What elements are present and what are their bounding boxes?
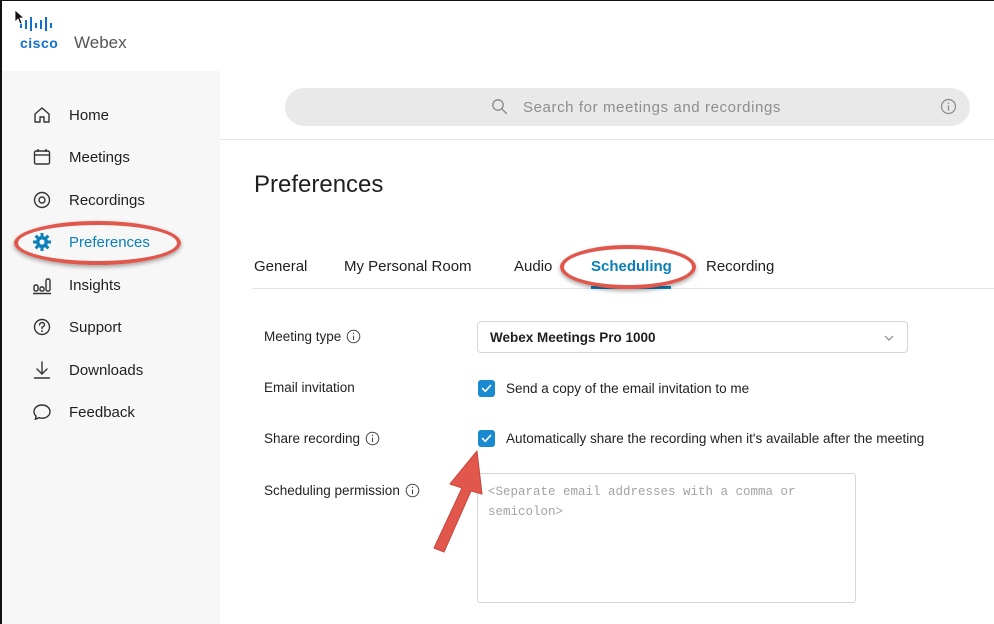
meeting-type-label: Meeting type (264, 329, 361, 344)
webex-wordmark: Webex (74, 33, 127, 52)
scheduling-permission-label-text: Scheduling permission (264, 483, 400, 498)
cisco-bars-icon (20, 17, 52, 31)
info-icon[interactable] (405, 483, 420, 498)
meeting-type-value: Webex Meetings Pro 1000 (490, 330, 656, 345)
mouse-cursor-icon (14, 9, 26, 25)
tab-my-personal-room[interactable]: My Personal Room (344, 258, 472, 275)
sidebar-item-label: Feedback (69, 403, 135, 421)
meeting-type-label-text: Meeting type (264, 329, 342, 344)
cisco-wordmark: cisco (20, 35, 59, 51)
info-icon[interactable] (365, 431, 380, 446)
share-recording-checkbox-label[interactable]: Automatically share the recording when i… (506, 431, 924, 446)
checkmark-icon (481, 434, 492, 443)
share-recording-checkbox[interactable] (478, 430, 495, 447)
email-invitation-checkbox[interactable] (478, 380, 495, 397)
sidebar-item-feedback[interactable]: Feedback (32, 398, 135, 426)
email-invitation-label-text: Email invitation (264, 380, 355, 395)
scheduling-permission-textarea[interactable] (477, 473, 856, 603)
share-recording-label: Share recording (264, 431, 380, 446)
sidebar-item-downloads[interactable]: Downloads (32, 356, 143, 384)
scheduling-highlight-annotation (560, 245, 696, 289)
header-divider (220, 139, 994, 140)
help-icon (33, 318, 51, 336)
email-invitation-label: Email invitation (264, 380, 355, 395)
sidebar-item-label: Home (69, 106, 110, 124)
tab-audio[interactable]: Audio (514, 258, 552, 275)
calendar-icon (33, 149, 51, 165)
tab-recording[interactable]: Recording (706, 258, 774, 275)
sidebar-item-insights[interactable]: Insights (32, 271, 121, 299)
download-icon (33, 361, 51, 379)
meeting-type-select[interactable]: Webex Meetings Pro 1000 (477, 321, 908, 353)
search-input[interactable] (523, 95, 903, 119)
sidebar-item-meetings[interactable]: Meetings (32, 143, 130, 171)
home-icon (34, 107, 50, 123)
chevron-down-icon (884, 335, 894, 341)
red-arrow-annotation (433, 450, 483, 553)
preferences-highlight-annotation (14, 221, 181, 265)
sidebar-item-support[interactable]: Support (32, 313, 122, 341)
info-icon[interactable] (346, 329, 361, 344)
sidebar-item-recordings[interactable]: Recordings (32, 186, 145, 214)
sidebar-item-label: Recordings (69, 191, 145, 209)
page-title: Preferences (254, 171, 384, 198)
scheduling-permission-label: Scheduling permission (264, 483, 420, 498)
record-icon (33, 191, 51, 209)
sidebar-item-label: Downloads (69, 361, 144, 379)
checkmark-icon (481, 384, 492, 393)
search-bar[interactable] (285, 88, 970, 126)
search-icon (492, 99, 508, 115)
app-window: cisco Webex Home Meetings Recordings Pre… (0, 0, 994, 624)
sidebar-item-label: Insights (69, 276, 121, 294)
tab-general[interactable]: General (254, 258, 307, 275)
sidebar-item-label: Support (69, 318, 122, 336)
insights-icon (33, 278, 51, 295)
sidebar: Home Meetings Recordings Preferences Ins… (2, 71, 220, 624)
feedback-icon (33, 404, 51, 421)
email-invitation-checkbox-label[interactable]: Send a copy of the email invitation to m… (506, 381, 749, 396)
sidebar-item-label: Meetings (69, 148, 130, 166)
info-icon[interactable] (940, 98, 957, 115)
sidebar-item-home[interactable]: Home (32, 101, 109, 129)
share-recording-label-text: Share recording (264, 431, 361, 446)
